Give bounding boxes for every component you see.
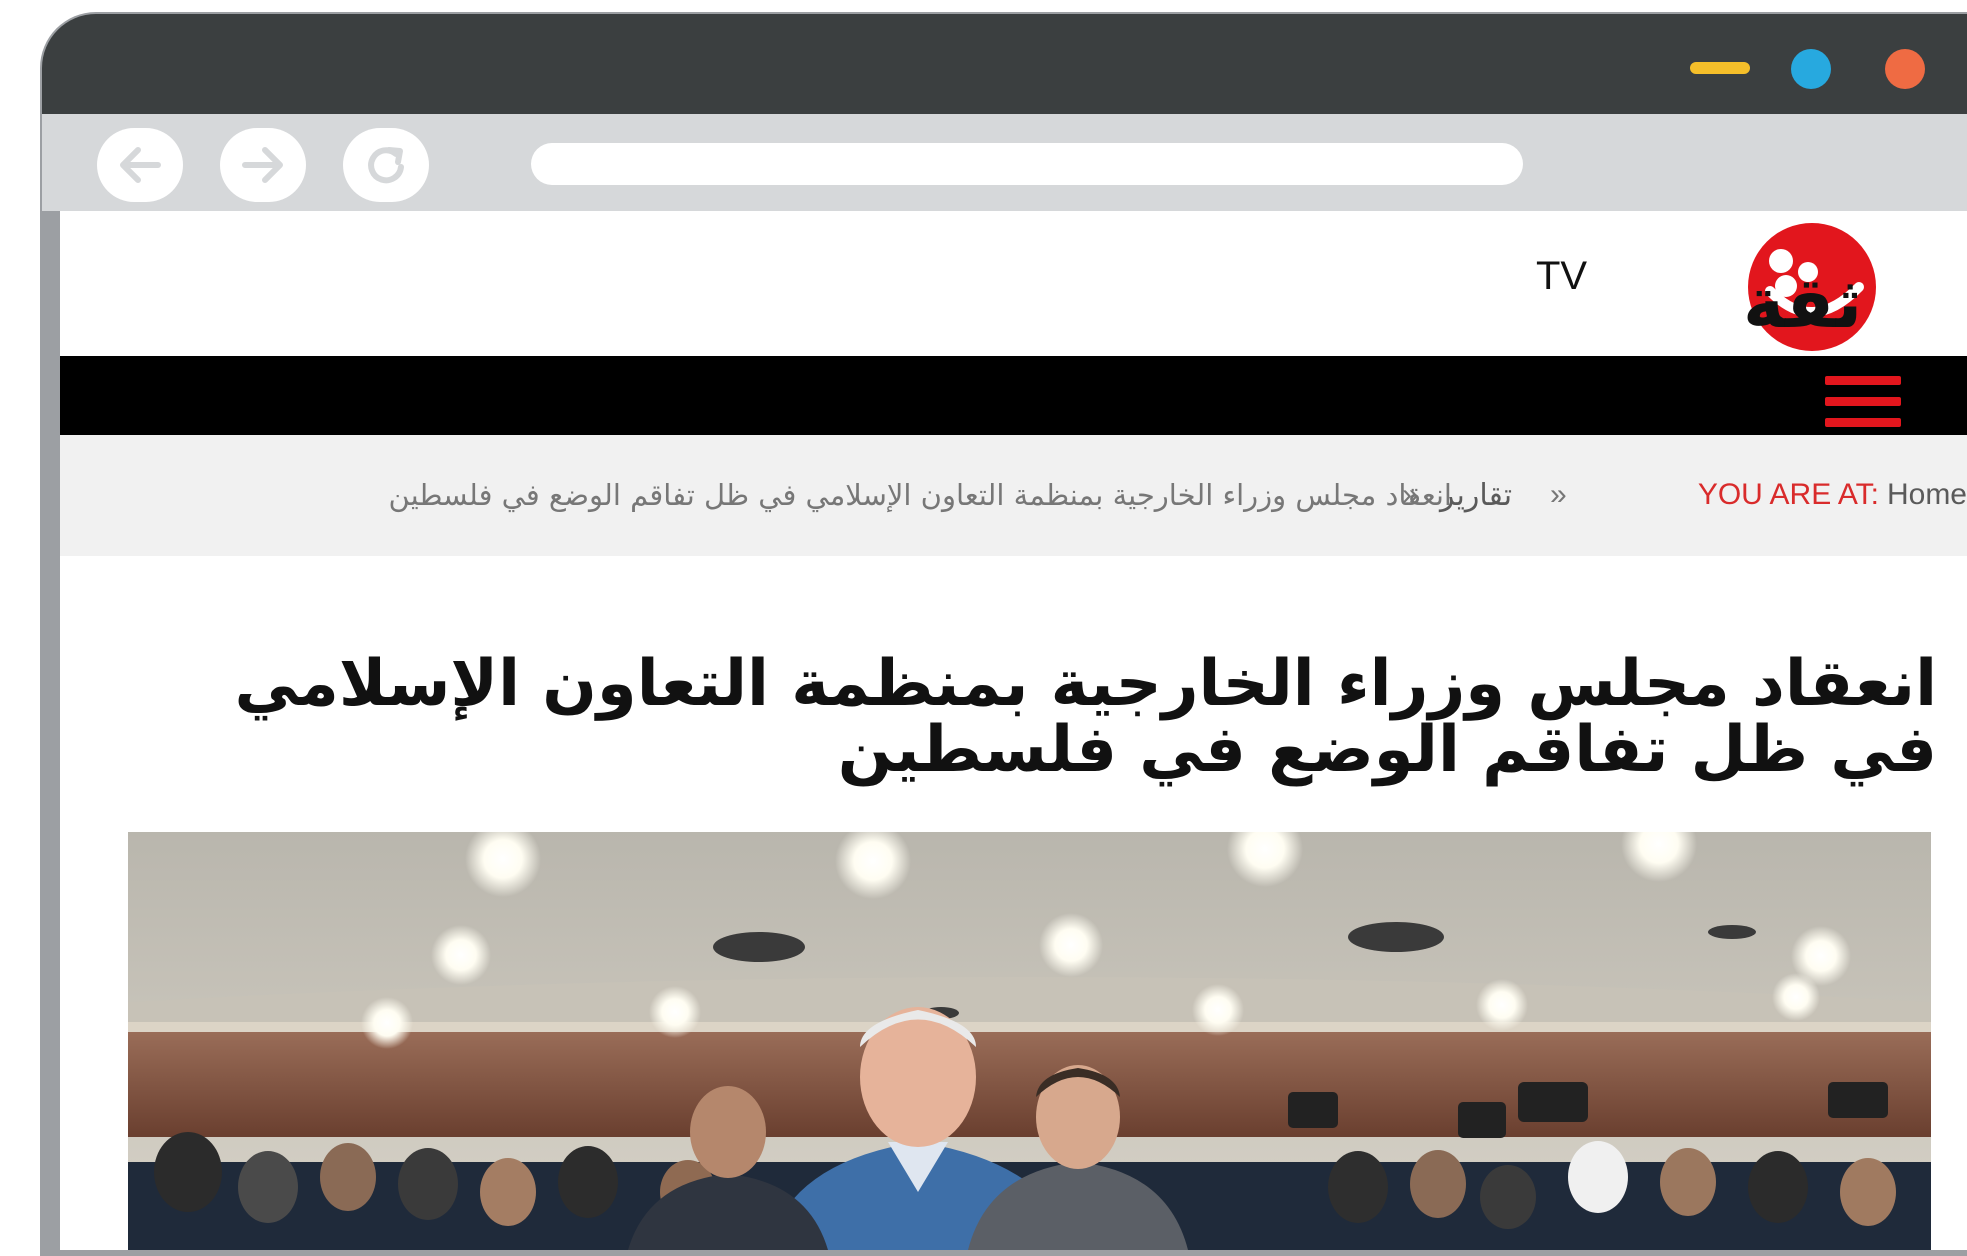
breadcrumb-current-page: انعقاد مجلس وزراء الخارجية بمنظمة التعاو… — [388, 478, 1452, 512]
window-maximize-button[interactable] — [1791, 49, 1831, 89]
breadcrumb-home-link[interactable]: Home — [1887, 478, 1967, 512]
article-featured-image — [128, 832, 1931, 1250]
address-bar[interactable] — [531, 143, 1523, 185]
arrow-right-icon — [242, 147, 283, 183]
reload-icon — [368, 147, 404, 184]
window-minimize-button[interactable] — [1690, 62, 1750, 74]
breadcrumb-prefix: YOU ARE AT: — [1697, 478, 1879, 511]
forward-button[interactable] — [220, 128, 306, 202]
article-title: انعقاد مجلس وزراء الخارجية بمنظمة التعاو… — [234, 647, 1938, 787]
logo-tv-text: TV — [1536, 254, 1587, 298]
site-logo[interactable]: ثقة TV — [1477, 217, 1927, 357]
hamburger-menu-icon[interactable] — [1825, 376, 1901, 430]
main-navbar — [60, 356, 1967, 435]
browser-titlebar — [42, 14, 1967, 114]
logo-text: ثقة — [1743, 262, 1862, 344]
reload-button[interactable] — [343, 128, 429, 202]
arrow-left-icon — [120, 147, 161, 183]
back-button[interactable] — [97, 128, 183, 202]
window-close-button[interactable] — [1885, 49, 1925, 89]
breadcrumb-separator: » — [1550, 478, 1567, 511]
breadcrumb: Home YOU ARE AT: » تقارير » انعقاد مجلس … — [60, 435, 1967, 556]
web-page: ثقة TV Home YOU ARE AT: » تقارير » انعقا… — [60, 211, 1967, 1250]
logo-graphic: ثقة TV — [1536, 223, 1876, 351]
site-header: ثقة TV — [60, 211, 1967, 356]
